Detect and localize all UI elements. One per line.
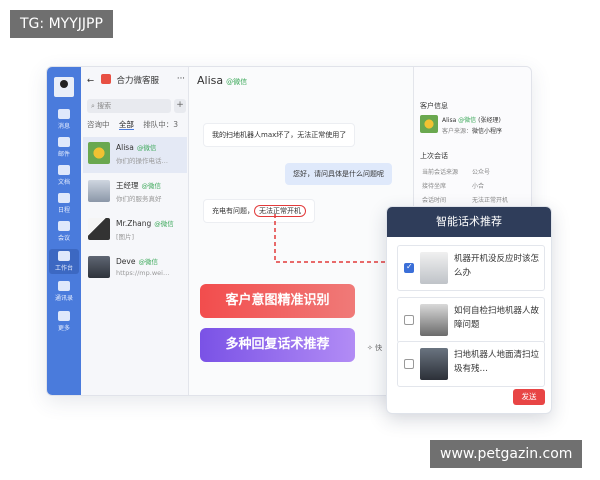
feature-reply-badge: 多种回复话术推荐: [200, 328, 355, 362]
panel-title: 智能话术推荐: [387, 207, 551, 237]
watermark-bottom: www.petgazin.com: [430, 440, 583, 468]
feature-intent-badge: 客户意图精准识别: [200, 284, 355, 318]
recommendation-item[interactable]: 机器开机没反应时该怎么办: [397, 245, 545, 291]
recommendation-text: 如何自检扫地机器人故障问题: [454, 306, 540, 330]
recommendation-text: 扫地机器人地面清扫垃圾有残…: [454, 350, 540, 374]
robot-station-image: [420, 304, 448, 336]
send-button[interactable]: 发送: [513, 389, 545, 405]
recommendation-text: 机器开机没反应时该怎么办: [454, 254, 540, 278]
robot-floor-image: [420, 348, 448, 380]
checkbox[interactable]: [404, 359, 414, 369]
checkbox[interactable]: [404, 315, 414, 325]
robot-vacuum-image: [420, 252, 448, 284]
recommendation-item[interactable]: 扫地机器人地面清扫垃圾有残…: [397, 341, 545, 387]
recommendation-panel: 智能话术推荐 机器开机没反应时该怎么办 如何自检扫地机器人故障问题 扫地机器人地…: [386, 206, 552, 414]
checkbox[interactable]: [404, 262, 414, 273]
recommendation-item[interactable]: 如何自检扫地机器人故障问题: [397, 297, 545, 343]
